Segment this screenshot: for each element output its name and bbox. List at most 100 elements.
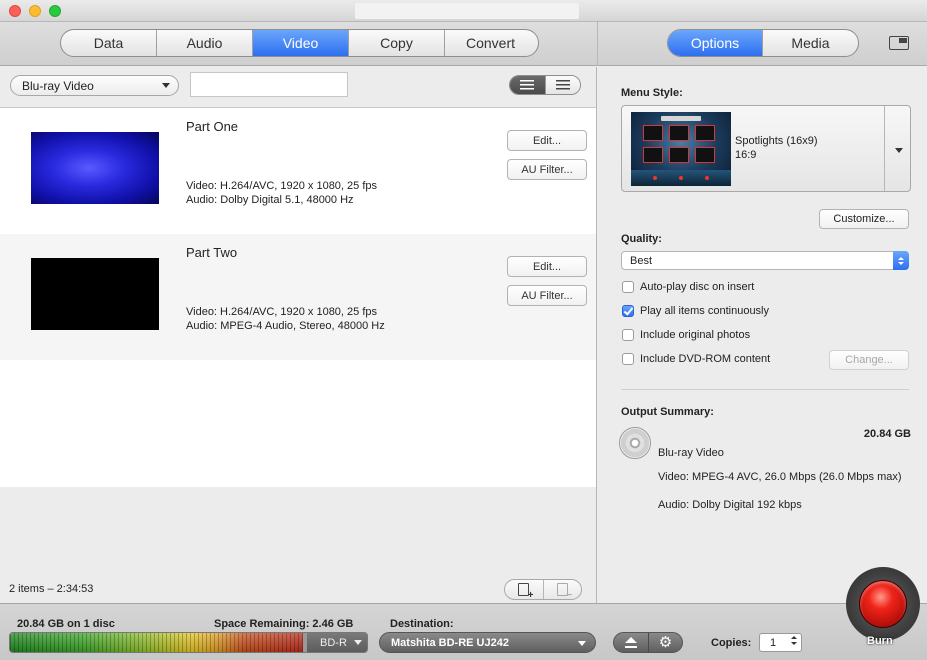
eject-button[interactable] — [614, 633, 648, 652]
disc-type-value: BD-R — [320, 636, 347, 649]
format-select-value: Blu-ray Video — [22, 78, 94, 93]
maximize-icon[interactable] — [49, 5, 61, 17]
tab-video[interactable]: Video — [253, 30, 349, 56]
disc-icon — [619, 427, 651, 459]
summary-audio: Audio: Dolby Digital 192 kbps — [658, 499, 802, 511]
divider — [621, 389, 909, 390]
play-all-checkbox-row[interactable]: Play all items continuously — [622, 305, 769, 317]
capacity-fill — [10, 633, 303, 652]
usage-text: 20.84 GB on 1 disc — [17, 618, 115, 630]
window-title-field — [355, 3, 579, 19]
video-thumbnail — [31, 132, 159, 204]
item-list-panel: Blu-ray Video Part One Video: H.264/AVC,… — [0, 67, 597, 603]
menu-thumb-cell — [643, 147, 663, 163]
list-view-icon — [520, 80, 535, 90]
menu-style-ratio: 16:9 — [735, 149, 757, 161]
main-tab-bar: Data Audio Video Copy Convert — [60, 29, 539, 57]
space-remaining-text: Space Remaining: 2.46 GB — [214, 618, 354, 630]
copies-label: Copies: — [711, 637, 752, 649]
menu-style-name: Spotlights (16x9) — [735, 135, 818, 147]
au-filter-button[interactable]: AU Filter... — [507, 285, 587, 306]
list-view-button[interactable] — [510, 76, 545, 94]
search-input[interactable] — [190, 72, 348, 97]
edit-button[interactable]: Edit... — [507, 256, 587, 277]
menu-thumb-dot — [679, 176, 683, 180]
tab-media[interactable]: Media — [763, 30, 858, 56]
summary-size: 20.84 GB — [863, 428, 911, 440]
item-video-info: Video: H.264/AVC, 1920 x 1080, 25 fps — [186, 180, 378, 192]
autoplay-checkbox[interactable] — [622, 281, 634, 293]
menu-style-divider — [884, 106, 885, 191]
stepper-arrows-icon — [791, 636, 797, 645]
item-title: Part Two — [186, 245, 238, 260]
list-item[interactable]: Part Two Video: H.264/AVC, 1920 x 1080, … — [0, 234, 596, 360]
customize-button[interactable]: Customize... — [819, 209, 909, 229]
remove-item-icon — [556, 583, 572, 599]
original-photos-label: Include original photos — [640, 329, 751, 341]
title-bar — [0, 0, 927, 22]
chevron-down-icon — [895, 148, 903, 153]
detail-view-button[interactable] — [544, 76, 580, 94]
tab-data[interactable]: Data — [61, 30, 157, 56]
format-select[interactable]: Blu-ray Video — [10, 75, 179, 96]
menu-thumb-cell — [695, 147, 715, 163]
item-video-info: Video: H.264/AVC, 1920 x 1080, 25 fps — [186, 306, 378, 318]
list-status-bar: 2 items – 2:34:53 — [0, 573, 596, 603]
add-remove-control — [504, 579, 582, 600]
menu-style-label: Menu Style: — [621, 87, 683, 99]
disc-type-select[interactable]: BD-R — [307, 633, 367, 652]
menu-thumb-dot — [653, 176, 657, 180]
original-photos-checkbox-row[interactable]: Include original photos — [622, 329, 750, 341]
tab-convert[interactable]: Convert — [445, 30, 536, 56]
minimize-icon[interactable] — [29, 5, 41, 17]
play-all-checkbox[interactable] — [622, 305, 634, 317]
burn-button[interactable] — [859, 580, 907, 628]
dvd-rom-checkbox-row[interactable]: Include DVD-ROM content — [622, 353, 770, 365]
dvd-rom-label: Include DVD-ROM content — [640, 353, 771, 365]
settings-button[interactable]: ⚙ — [647, 633, 682, 652]
select-arrows-icon — [893, 251, 909, 270]
options-panel: Menu Style: Spotlights (16x9) 16:9 Custo… — [598, 67, 927, 603]
change-button[interactable]: Change... — [829, 350, 909, 370]
play-all-label: Play all items continuously — [640, 305, 770, 317]
menu-thumb-cell — [695, 125, 715, 141]
menu-style-thumbnail — [631, 112, 731, 186]
menu-style-select[interactable]: Spotlights (16x9) 16:9 — [621, 105, 911, 192]
list-item[interactable]: Part One Video: H.264/AVC, 1920 x 1080, … — [0, 108, 596, 234]
output-summary-label: Output Summary: — [621, 406, 714, 418]
close-icon[interactable] — [9, 5, 21, 17]
item-audio-info: Audio: MPEG-4 Audio, Stereo, 48000 Hz — [186, 320, 385, 332]
dvd-rom-checkbox[interactable] — [622, 353, 634, 365]
menu-thumb-title — [661, 116, 701, 121]
tab-copy[interactable]: Copy — [349, 30, 445, 56]
au-filter-button[interactable]: AU Filter... — [507, 159, 587, 180]
item-list: Part One Video: H.264/AVC, 1920 x 1080, … — [0, 107, 596, 487]
destination-label: Destination: — [390, 618, 454, 630]
autoplay-checkbox-row[interactable]: Auto-play disc on insert — [622, 281, 754, 293]
toolbar-divider — [597, 22, 598, 66]
chevron-down-icon — [578, 641, 586, 646]
destination-value: Matshita BD-RE UJ242 — [391, 636, 509, 649]
summary-format: Blu-ray Video — [658, 447, 724, 459]
eject-icon — [624, 637, 637, 648]
copies-value: 1 — [770, 636, 777, 649]
menu-thumb-cell — [643, 125, 663, 141]
window-icon[interactable] — [889, 36, 909, 50]
original-photos-checkbox[interactable] — [622, 329, 634, 341]
quality-value: Best — [630, 254, 653, 267]
eject-settings-control: ⚙ — [613, 632, 683, 653]
tab-audio[interactable]: Audio — [157, 30, 253, 56]
burn-label: Burn — [867, 635, 893, 647]
tab-options[interactable]: Options — [668, 30, 763, 56]
bottom-bar: 20.84 GB on 1 disc Space Remaining: 2.46… — [0, 603, 927, 660]
item-count: 2 items – 2:34:53 — [9, 583, 94, 595]
add-item-button[interactable] — [505, 580, 543, 599]
summary-video: Video: MPEG-4 AVC, 26.0 Mbps (26.0 Mbps … — [658, 471, 902, 483]
destination-select[interactable]: Matshita BD-RE UJ242 — [379, 632, 596, 653]
remove-item-button[interactable] — [542, 580, 581, 599]
chevron-down-icon — [162, 83, 170, 88]
quality-select[interactable]: Best — [621, 251, 909, 270]
edit-button[interactable]: Edit... — [507, 130, 587, 151]
copies-stepper[interactable]: 1 — [759, 633, 802, 652]
add-item-icon — [518, 583, 533, 599]
